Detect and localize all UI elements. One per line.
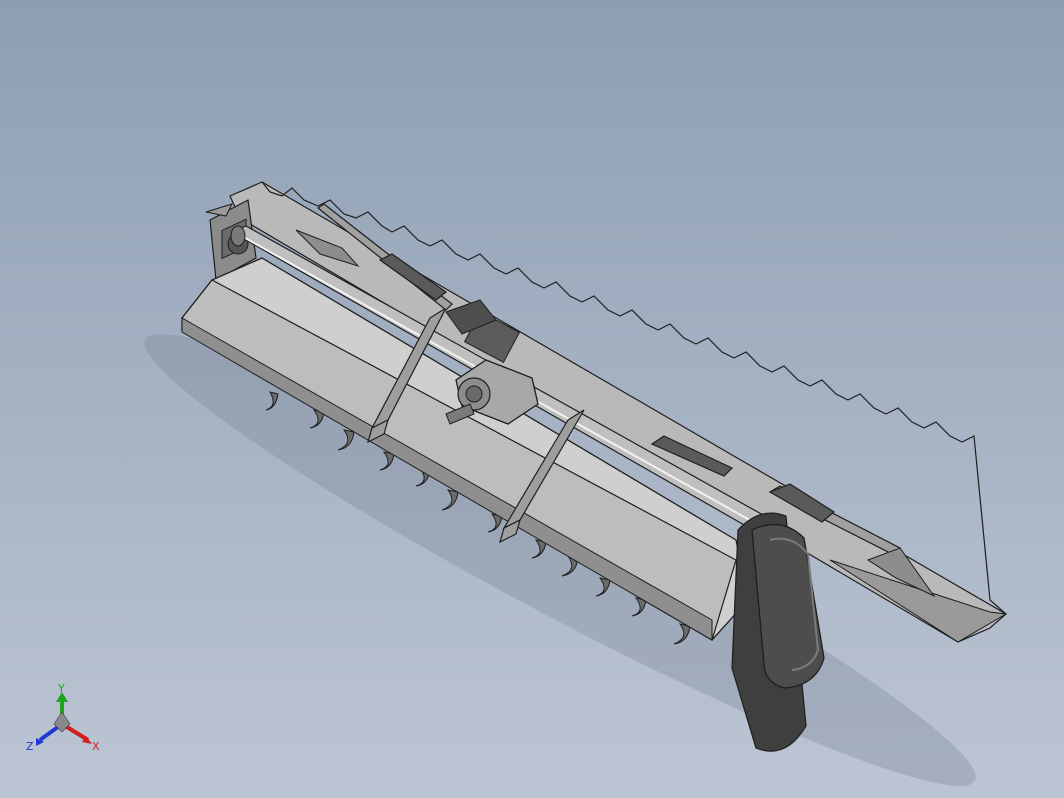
z-axis-label: Z <box>26 740 34 753</box>
y-axis-label: Y <box>57 684 65 695</box>
rotary-tiller-model[interactable] <box>0 0 1064 798</box>
3d-viewport[interactable]: Y X Z <box>0 0 1064 798</box>
x-axis-label: X <box>92 740 100 753</box>
orientation-triad[interactable]: Y X Z <box>24 684 108 756</box>
